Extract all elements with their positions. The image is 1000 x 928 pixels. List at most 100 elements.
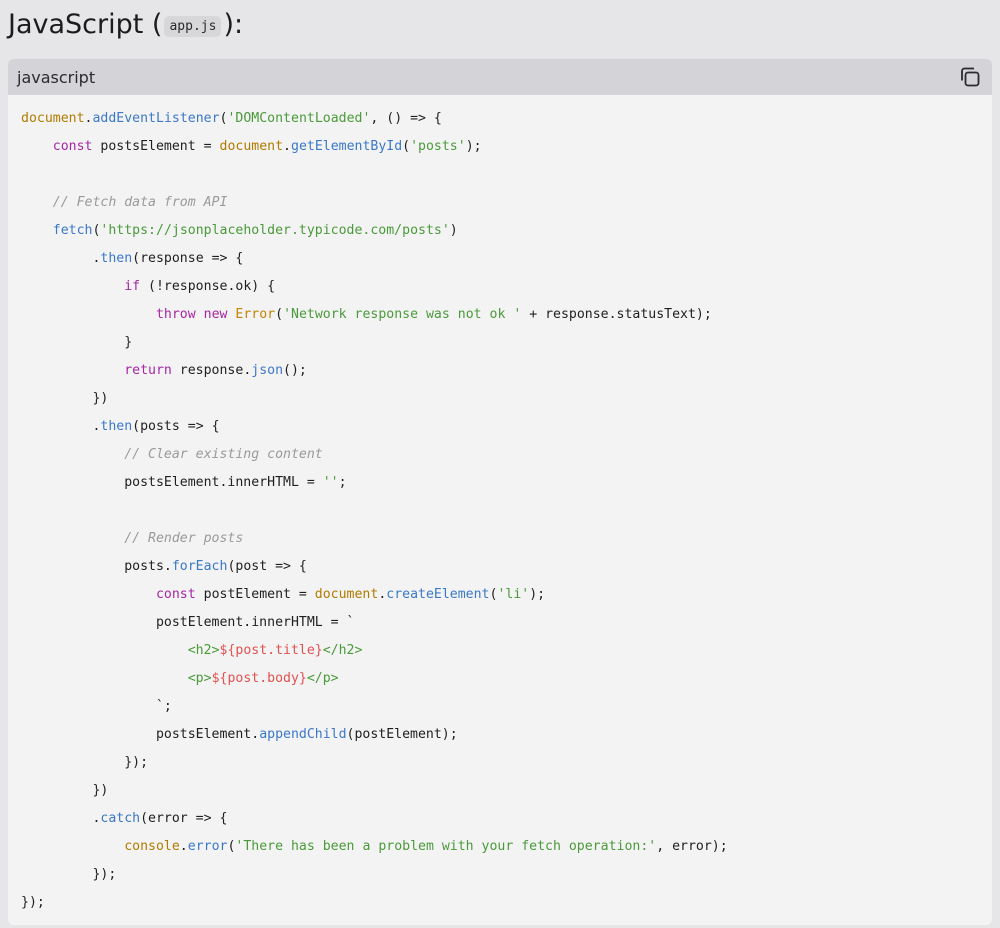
code-token: catch — [100, 811, 141, 826]
code-block-header: javascript — [8, 59, 992, 95]
code-line: const postElement = document.createEleme… — [21, 581, 992, 609]
code-token: + response.statusText); — [521, 307, 712, 322]
code-line: fetch('https://jsonplaceholder.typicode.… — [21, 217, 992, 245]
code-token: </p> — [306, 671, 339, 686]
code-token: . — [21, 811, 101, 826]
code-token: <p> — [187, 671, 212, 686]
code-token: . — [283, 139, 291, 154]
code-token: json — [251, 363, 284, 378]
code-token: , error); — [656, 839, 728, 854]
code-token: document — [314, 587, 379, 602]
code-token: new — [203, 307, 228, 322]
code-token: document — [21, 111, 85, 126]
code-line: .then(posts => { — [21, 413, 992, 441]
code-token: return — [124, 363, 172, 378]
code-line: `; — [21, 693, 992, 721]
code-token: ( — [275, 307, 284, 322]
code-token: postElement = — [195, 587, 315, 602]
code-line: const postsElement = document.getElement… — [21, 133, 992, 161]
code-token: }); — [21, 895, 45, 910]
code-line: // Fetch data from API — [21, 189, 992, 217]
copy-button[interactable] — [956, 63, 984, 91]
code-line: postElement.innerHTML = ` — [21, 609, 992, 637]
code-token: response. — [171, 363, 252, 378]
code-token: }) — [21, 391, 109, 406]
code-token: ); — [465, 139, 482, 154]
code-token: 'posts' — [410, 139, 466, 154]
code-token: getElementById — [291, 139, 403, 154]
code-token: } — [21, 335, 133, 350]
code-token: (!response.ok) { — [140, 279, 276, 294]
code-token: // Clear existing content — [124, 447, 323, 462]
code-line: postsElement.innerHTML = ''; — [21, 469, 992, 497]
code-token: postsElement = — [92, 139, 220, 154]
code-token: 'li' — [497, 587, 530, 602]
code-line: // Render posts — [21, 525, 992, 553]
code-token: }); — [21, 755, 149, 770]
code-line: postsElement.appendChild(postElement); — [21, 721, 992, 749]
code-token: (error => { — [140, 811, 228, 826]
code-token: (postElement); — [346, 727, 458, 742]
code-line: }) — [21, 385, 992, 413]
code-token: if — [124, 279, 141, 294]
code-token: forEach — [171, 559, 228, 574]
code-line: <p>${post.body}</p> — [21, 665, 992, 693]
code-token: }); — [21, 867, 117, 882]
code-line: console.error('There has been a problem … — [21, 833, 992, 861]
code-token: document — [219, 139, 284, 154]
code-token: postsElement.innerHTML = — [21, 475, 323, 490]
code-line: .then(response => { — [21, 245, 992, 273]
code-token: (post => { — [227, 559, 307, 574]
code-token: const — [52, 139, 93, 154]
code-token: posts. — [21, 559, 172, 574]
code-line: posts.forEach(post => { — [21, 553, 992, 581]
code-token: appendChild — [259, 727, 347, 742]
code-token: (); — [283, 363, 307, 378]
code-token: 'Network response was not ok ' — [283, 307, 522, 322]
code-token: </h2> — [322, 643, 363, 658]
code-line: }) — [21, 777, 992, 805]
code-token: ${post.body} — [211, 671, 307, 686]
code-token: , () => { — [370, 111, 442, 126]
heading-suffix: ): — [223, 8, 244, 40]
language-label: javascript — [17, 67, 96, 87]
code-line: return response.json(); — [21, 357, 992, 385]
code-token: ) — [449, 223, 458, 238]
code-token: 'https://jsonplaceholder.typicode.com/po… — [100, 223, 450, 238]
code-token: error — [187, 839, 228, 854]
code-token: . — [21, 419, 101, 434]
code-token: // Render posts — [124, 531, 244, 546]
code-token: then — [100, 251, 133, 266]
code-line: <h2>${post.title}</h2> — [21, 637, 992, 665]
code-token: (posts => { — [132, 419, 220, 434]
code-line: throw new Error('Network response was no… — [21, 301, 992, 329]
code-token: createElement — [386, 587, 490, 602]
code-token: `; — [21, 699, 172, 714]
code-line: }); — [21, 861, 992, 889]
code-token: // Fetch data from API — [52, 195, 228, 210]
code-line: document.addEventListener('DOMContentLoa… — [21, 105, 992, 133]
code-token: postElement.innerHTML = ` — [21, 615, 355, 630]
code-token: (response => { — [132, 251, 244, 266]
code-token: <h2> — [187, 643, 220, 658]
code-line: }); — [21, 749, 992, 777]
code-token: ( — [402, 139, 411, 154]
code-line: // Clear existing content — [21, 441, 992, 469]
code-token: fetch — [52, 223, 93, 238]
code-block: javascript document. addEventListener ('DO… — [8, 59, 992, 925]
code-token: . — [179, 839, 188, 854]
code-token: addEventListener — [92, 111, 220, 126]
code-token: throw — [155, 307, 196, 322]
